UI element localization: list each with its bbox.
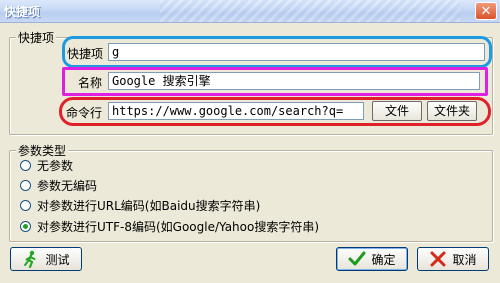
window-title: 快捷项 (4, 5, 41, 19)
title-pattern (160, 0, 460, 22)
ok-button-label: 确定 (371, 252, 396, 267)
radio-no-encoding-circle[interactable] (20, 179, 31, 191)
ok-button[interactable]: 确定 (336, 247, 408, 271)
test-button[interactable]: 测试 (10, 247, 82, 271)
command-input[interactable]: https://www.google.com/search?q= (108, 102, 364, 120)
cancel-button[interactable]: 取消 (417, 247, 489, 271)
name-label: 名称 (78, 76, 103, 90)
folder-button[interactable]: 文件夹 (427, 101, 477, 121)
test-button-label: 测试 (45, 252, 70, 267)
radio-utf8-encoding[interactable]: 对参数进行UTF-8编码(如Google/Yahoo搜索字符串) (20, 218, 319, 234)
command-label: 命令行 (66, 106, 103, 120)
x-icon (429, 250, 447, 268)
radio-no-encoding[interactable]: 参数无编码 (20, 177, 97, 193)
shortcut-label: 快捷项 (67, 47, 104, 61)
name-input[interactable]: Google 搜索引擎 (108, 72, 480, 90)
radio-url-encoding-label: 对参数进行URL编码(如Baidu搜索字符串) (37, 198, 261, 213)
radio-url-encoding-circle[interactable] (20, 199, 31, 211)
shortcut-input[interactable]: g (108, 43, 485, 61)
radio-no-encoding-label: 参数无编码 (37, 178, 98, 193)
radio-utf8-encoding-label: 对参数进行UTF-8编码(如Google/Yahoo搜索字符串) (37, 219, 320, 234)
close-button[interactable]: ✕ (475, 2, 497, 20)
check-icon (348, 250, 366, 268)
title-bar[interactable]: 快捷项 ✕ (0, 0, 500, 23)
radio-url-encoding[interactable]: 对参数进行URL编码(如Baidu搜索字符串) (20, 197, 260, 213)
running-man-icon (22, 250, 40, 268)
file-button[interactable]: 文件 (372, 101, 422, 121)
radio-utf8-encoding-circle[interactable] (20, 220, 31, 232)
cancel-button-label: 取消 (452, 252, 477, 267)
radio-no-param-label: 无参数 (37, 158, 74, 173)
radio-no-param-circle[interactable] (20, 159, 31, 171)
radio-no-param[interactable]: 无参数 (20, 157, 73, 173)
shortcut-group-label: 快捷项 (16, 29, 57, 46)
